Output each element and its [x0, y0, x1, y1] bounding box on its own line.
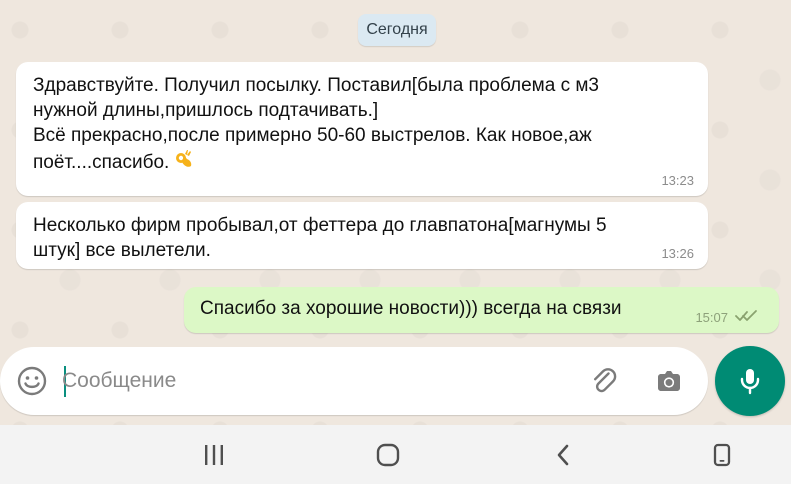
recent-apps-icon[interactable] — [199, 441, 229, 469]
message-input[interactable] — [62, 364, 562, 398]
message-text: Несколько фирм пробывал,от феттера до гл… — [33, 215, 607, 261]
incoming-message-bubble[interactable]: Здравствуйте. Получил посылку. Поставил[… — [16, 62, 708, 196]
message-time: 15:07 — [695, 310, 728, 325]
message-text: Спасибо за хорошие новости))) всегда на … — [200, 298, 622, 319]
outgoing-message-bubble[interactable]: Спасибо за хорошие новости))) всегда на … — [184, 287, 779, 333]
camera-icon[interactable] — [651, 363, 687, 399]
incoming-message-bubble[interactable]: Несколько фирм пробывал,от феттера до гл… — [16, 202, 708, 269]
message-composer[interactable] — [0, 347, 708, 415]
microphone-button[interactable] — [715, 346, 785, 416]
date-chip: Сегодня — [358, 14, 436, 46]
ok-hand-emoji — [176, 150, 192, 167]
message-time: 13:23 — [661, 173, 694, 188]
message-time: 13:26 — [661, 246, 694, 261]
home-icon[interactable] — [373, 441, 403, 469]
emoji-icon[interactable] — [14, 363, 50, 399]
system-navigation-bar — [0, 425, 791, 484]
date-label: Сегодня — [366, 21, 428, 38]
paperclip-icon[interactable] — [586, 363, 622, 399]
device-icon[interactable] — [707, 441, 737, 469]
back-icon[interactable] — [549, 441, 579, 469]
microphone-icon — [740, 369, 760, 395]
message-text: Здравствуйте. Получил посылку. Поставил[… — [33, 75, 599, 173]
double-check-icon — [735, 310, 757, 321]
